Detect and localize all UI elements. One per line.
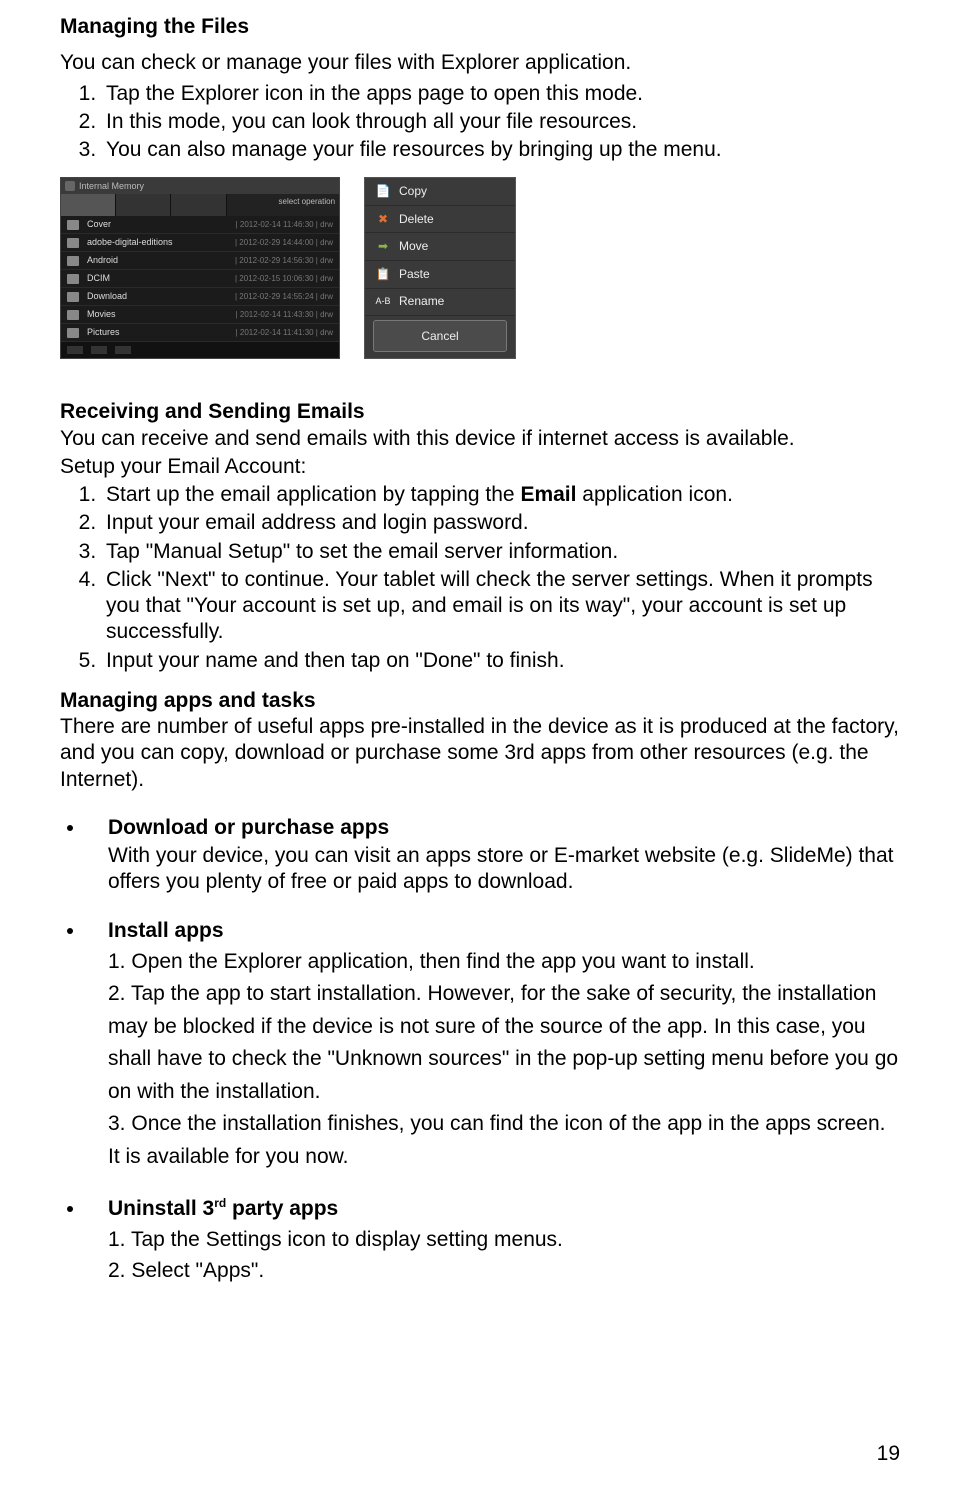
sub-heading: Install apps [108, 919, 224, 942]
intro-emails: You can receive and send emails with thi… [60, 426, 900, 452]
file-row: Movies| 2012-02-14 11:43:30 | drw [61, 306, 339, 324]
sub-body: With your device, you can visit an apps … [108, 843, 900, 896]
explorer-screenshot: Internal Memory select operation Cover| … [60, 177, 340, 359]
paste-icon: 📋 [375, 266, 391, 282]
app-sections-list: Download or purchase apps With your devi… [60, 815, 900, 1287]
file-row: adobe-digital-editions| 2012-02-29 14:44… [61, 234, 339, 252]
file-row: Cover| 2012-02-14 11:46:30 | drw [61, 216, 339, 234]
email-setup-list: Start up the email application by tappin… [60, 482, 900, 674]
file-row: Pictures| 2012-02-14 11:41:30 | drw [61, 324, 339, 342]
figure-row: Internal Memory select operation Cover| … [60, 177, 900, 359]
list-item: Click "Next" to continue. Your tablet wi… [102, 567, 900, 646]
bullet-install: Install apps 1. Open the Explorer applic… [86, 918, 900, 1190]
page-number: 19 [877, 1441, 900, 1467]
step: Tap the Settings icon to display setting… [131, 1228, 563, 1251]
list-item: You can also manage your file resources … [102, 137, 900, 163]
bullet-uninstall: Uninstall 3rd party apps 1. Tap the Sett… [86, 1196, 900, 1287]
managing-files-list: Tap the Explorer icon in the apps page t… [60, 81, 900, 164]
heading-managing-files: Managing the Files [60, 14, 900, 40]
sub-heading: Download or purchase apps [108, 816, 389, 839]
list-item: Tap the Explorer icon in the apps page t… [102, 81, 900, 107]
step: Tap the app to start installation. Howev… [108, 982, 898, 1103]
heading-managing-apps: Managing apps and tasks [60, 688, 900, 714]
move-icon: ➡ [375, 239, 391, 255]
heading-emails: Receiving and Sending Emails [60, 399, 900, 425]
file-row: Download| 2012-02-29 14:55:24 | drw [61, 288, 339, 306]
delete-icon: ✖ [375, 211, 391, 227]
cancel-button: Cancel [373, 320, 507, 352]
list-item: Tap "Manual Setup" to set the email serv… [102, 539, 900, 565]
rename-icon: A-B [375, 294, 391, 310]
list-item: In this mode, you can look through all y… [102, 109, 900, 135]
bullet-download: Download or purchase apps With your devi… [86, 815, 900, 912]
explorer-header: Internal Memory [79, 181, 144, 192]
install-steps: 1. Open the Explorer application, then f… [108, 946, 900, 1174]
intro-managing-apps: There are number of useful apps pre-inst… [60, 714, 900, 793]
explorer-tab-other: select operation [227, 194, 339, 216]
menu-item: ➡Move [365, 233, 515, 261]
list-item: Input your name and then tap on "Done" t… [102, 648, 900, 674]
list-item: Start up the email application by tappin… [102, 482, 900, 508]
setup-label: Setup your Email Account: [60, 454, 900, 480]
sub-heading: Uninstall 3rd party apps [108, 1197, 338, 1220]
menu-item: ✖Delete [365, 206, 515, 234]
list-item: Input your email address and login passw… [102, 510, 900, 536]
copy-icon: 📄 [375, 184, 391, 200]
uninstall-steps: 1. Tap the Settings icon to display sett… [108, 1224, 900, 1287]
step: Select "Apps". [131, 1259, 264, 1282]
context-menu-screenshot: 📄Copy ✖Delete ➡Move 📋Paste A-BRename Can… [364, 177, 516, 359]
menu-item: A-BRename [365, 289, 515, 317]
file-row: Android| 2012-02-29 14:56:30 | drw [61, 252, 339, 270]
intro-managing-files: You can check or manage your files with … [60, 50, 900, 76]
menu-item: 📄Copy [365, 178, 515, 206]
step: Once the installation finishes, you can … [108, 1112, 886, 1168]
step: Open the Explorer application, then find… [131, 950, 754, 973]
file-row: DCIM| 2012-02-15 10:06:30 | drw [61, 270, 339, 288]
menu-item: 📋Paste [365, 261, 515, 289]
